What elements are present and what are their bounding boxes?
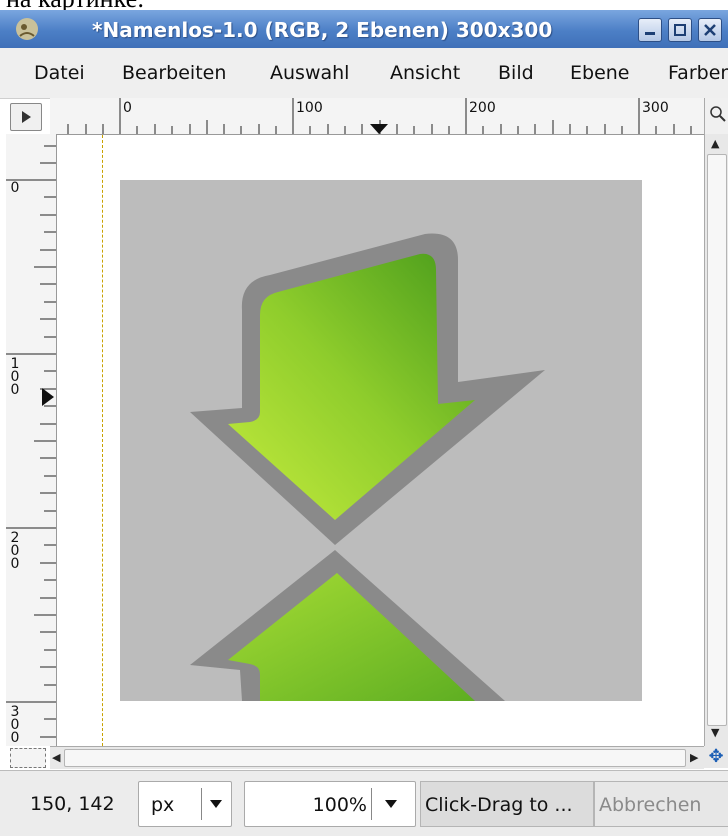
vertical-scrollbar-thumb[interactable]: [707, 154, 727, 726]
vertical-scrollbar[interactable]: ▲ ▼: [704, 134, 728, 746]
menu-auswahl[interactable]: Auswahl: [270, 62, 349, 84]
unit-selector[interactable]: px: [138, 781, 232, 827]
unit-separator: [201, 788, 202, 820]
ruler-label-200: 200: [469, 100, 496, 116]
menu-ebene[interactable]: Ebene: [570, 62, 630, 84]
layer-boundary-guide: [102, 135, 103, 746]
scroll-right-icon[interactable]: ▶: [690, 751, 698, 764]
magnifier-icon: [710, 106, 726, 122]
chevron-down-icon: [385, 800, 397, 808]
vruler-label-300: 300: [7, 704, 23, 743]
ruler-pointer-marker-vertical: [42, 388, 54, 406]
arrow-artwork: [190, 233, 545, 701]
lower-arrow-fill: [228, 573, 475, 701]
navigate-button[interactable]: ✥: [704, 746, 728, 768]
minimize-icon: [645, 32, 655, 35]
zoom-selector[interactable]: 100%: [244, 781, 416, 827]
horizontal-ruler[interactable]: 0 100 200 300: [50, 98, 704, 135]
menu-ansicht[interactable]: Ansicht: [390, 62, 460, 84]
scroll-up-icon[interactable]: ▲: [711, 137, 719, 150]
title-bar: *Namenlos-1.0 (RGB, 2 Ebenen) 300x300: [0, 10, 728, 48]
status-message-text: Click-Drag to ...: [425, 794, 573, 816]
gimp-icon: [16, 18, 38, 40]
menu-datei[interactable]: Datei: [34, 62, 85, 84]
status-bar: 150, 142 px 100% Click-Drag to ... Abbre…: [0, 770, 728, 836]
ruler-label-100: 100: [296, 100, 323, 116]
cropped-caption: на картинке:: [0, 0, 728, 10]
cancel-button[interactable]: Abbrechen: [594, 781, 728, 827]
zoom-value: 100%: [312, 794, 367, 816]
horizontal-ruler-ticks: [67, 98, 692, 134]
menu-bild[interactable]: Bild: [498, 62, 534, 84]
scroll-down-icon[interactable]: ▼: [711, 726, 719, 739]
zoom-separator: [371, 788, 372, 820]
cancel-button-label: Abbrechen: [599, 794, 702, 816]
menu-arrow-button[interactable]: [10, 103, 42, 131]
play-icon: [22, 111, 31, 123]
ruler-label-300: 300: [642, 100, 669, 116]
close-button[interactable]: [698, 18, 722, 42]
menu-bearbeiten[interactable]: Bearbeiten: [122, 62, 226, 84]
unit-value: px: [151, 794, 175, 816]
vruler-label-0: 0: [10, 180, 20, 196]
vertical-ruler-ticks: [6, 145, 56, 738]
status-message: Click-Drag to ...: [420, 781, 594, 827]
zoom-toggle-button[interactable]: [704, 98, 728, 134]
maximize-icon: [674, 24, 686, 36]
ruler-pointer-marker: [370, 124, 388, 134]
maximize-button[interactable]: [668, 18, 692, 42]
minimize-button[interactable]: [638, 18, 662, 42]
cropped-caption-text: на картинке:: [6, 0, 144, 10]
quick-mask-toggle[interactable]: [10, 748, 46, 768]
ruler-label-0: 0: [123, 100, 132, 116]
pointer-coordinates: 150, 142: [30, 793, 115, 815]
window-title: *Namenlos-1.0 (RGB, 2 Ebenen) 300x300: [92, 18, 553, 42]
close-icon: [704, 24, 716, 36]
move-cross-icon: ✥: [708, 746, 724, 767]
horizontal-scrollbar[interactable]: ◀ ▶: [50, 746, 704, 769]
vruler-label-200: 200: [7, 530, 23, 569]
scroll-left-icon[interactable]: ◀: [52, 751, 60, 764]
vruler-label-100: 100: [7, 356, 23, 395]
image-canvas[interactable]: [120, 180, 642, 701]
menu-farben[interactable]: Farben: [668, 62, 728, 84]
vertical-ruler[interactable]: 0 100 200 300: [6, 134, 57, 746]
chevron-down-icon: [210, 800, 222, 808]
horizontal-scrollbar-thumb[interactable]: [64, 749, 686, 767]
menu-bar: Datei Bearbeiten Auswahl Ansicht Bild Eb…: [0, 48, 728, 99]
